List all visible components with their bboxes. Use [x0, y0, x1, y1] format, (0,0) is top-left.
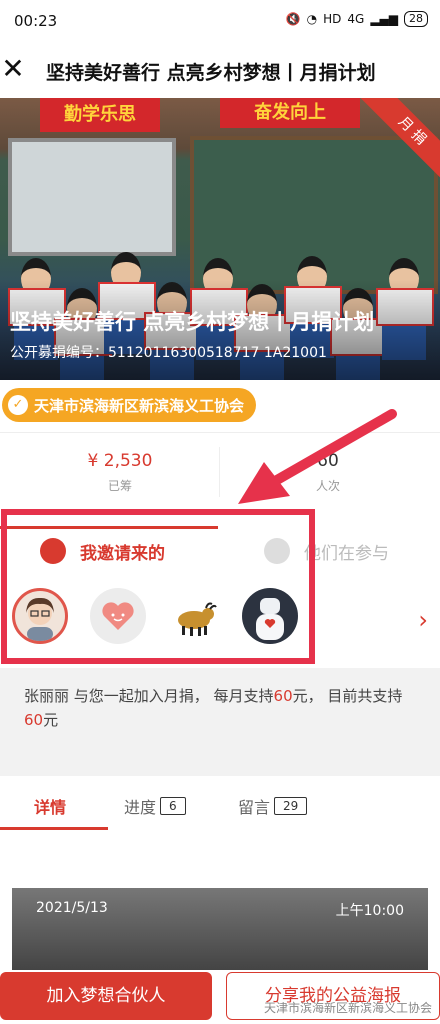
status-time: 00:23: [14, 12, 58, 30]
classroom-banner-left: 勤学乐思: [40, 98, 160, 132]
support-message-text: 张丽丽 与您一起加入月捐， 每月支持60元， 目前共支持60元: [12, 672, 428, 744]
tab-comments-label: 留言: [238, 798, 271, 817]
signal-label: 4G: [347, 12, 365, 26]
msg-text-mid: 元， 目前共支持: [292, 687, 403, 705]
detail-content: 2021/5/13 上午10:00: [0, 830, 440, 970]
content-tabs: 详情 进度 6 留言 29: [0, 776, 440, 830]
count-value: 60: [317, 451, 339, 471]
count-label: 人次: [315, 479, 340, 493]
highlight-box: [1, 509, 315, 664]
hero-title: 坚持美好善行 点亮乡村梦想丨月捐计划: [10, 310, 375, 334]
watermark: 天津市滨海新区新滨海义工协会: [263, 1001, 432, 1015]
close-icon[interactable]: ✕: [0, 52, 26, 85]
tab-participants-label: 他们在参与: [304, 543, 389, 564]
tab-comments[interactable]: 留言 29: [238, 794, 308, 818]
tab-progress-badge: 6: [160, 797, 186, 815]
raised-stat: ¥ 2,530 已筹: [20, 451, 220, 494]
bottom-bar: 加入梦想合伙人 分享我的公益海报 天津市滨海新区新滨海义工协会: [0, 970, 440, 1024]
event-photo: 2021/5/13 上午10:00: [12, 888, 428, 970]
tab-comments-badge: 29: [274, 797, 308, 815]
photo-date: 2021/5/13: [36, 900, 108, 916]
status-icons: 🔇 ◔ HD 4G ▂▄▆ 28: [286, 11, 428, 27]
join-button[interactable]: 加入梦想合伙人: [0, 972, 212, 1020]
fundraising-code: 公开募捐编号：51120116300518717 1A21001: [10, 345, 327, 361]
tab-progress[interactable]: 进度 6: [124, 794, 186, 818]
signal-icon: ▂▄▆: [370, 12, 398, 26]
tab-details-label: 详情: [34, 798, 67, 817]
msg-text-before: 张丽丽 与您一起加入月捐， 每月支持: [24, 687, 274, 705]
verified-icon: ✓: [8, 395, 28, 415]
tab-progress-label: 进度: [124, 798, 157, 817]
hero-image: 勤学乐思 奋发向上 月 捐 坚持美好善行 点亮乡村梦想丨月捐计划 公开募捐编号：…: [0, 98, 440, 380]
raised-value: ¥ 2,530: [87, 451, 153, 471]
status-bar: 00:23 🔇 ◔ HD 4G ▂▄▆ 28: [0, 0, 440, 44]
count-stat: 60 人次: [228, 451, 428, 494]
msg-amount-monthly: 60: [273, 687, 293, 705]
org-name: 天津市滨海新区新滨海义工协会: [34, 396, 245, 415]
classroom-banner-right: 奋发向上: [220, 98, 360, 128]
msg-text-after: 元: [43, 711, 59, 729]
wifi-icon: ◔: [306, 12, 318, 26]
stats-panel: ¥ 2,530 已筹 60 人次: [0, 432, 440, 509]
photo-time: 上午10:00: [335, 903, 404, 919]
network-label: HD: [323, 12, 342, 26]
msg-amount-total: 60: [24, 711, 44, 729]
battery-icon: 28: [404, 11, 428, 27]
stats-divider: [219, 447, 220, 497]
classroom-window: [8, 138, 176, 256]
raised-label: 已筹: [107, 479, 132, 493]
mute-icon: 🔇: [285, 12, 301, 26]
org-section: ✓ 天津市滨海新区新滨海义工协会: [0, 380, 440, 432]
tab-details[interactable]: 详情: [34, 794, 66, 818]
chevron-right-icon[interactable]: ›: [418, 606, 428, 634]
support-message: 张丽丽 与您一起加入月捐， 每月支持60元， 目前共支持60元: [12, 672, 428, 748]
org-pill[interactable]: ✓ 天津市滨海新区新滨海义工协会: [2, 388, 257, 422]
page-title: 坚持美好善行 点亮乡村梦想丨月捐计划: [46, 62, 376, 84]
nav-bar: ✕ 坚持美好善行 点亮乡村梦想丨月捐计划: [0, 44, 440, 98]
